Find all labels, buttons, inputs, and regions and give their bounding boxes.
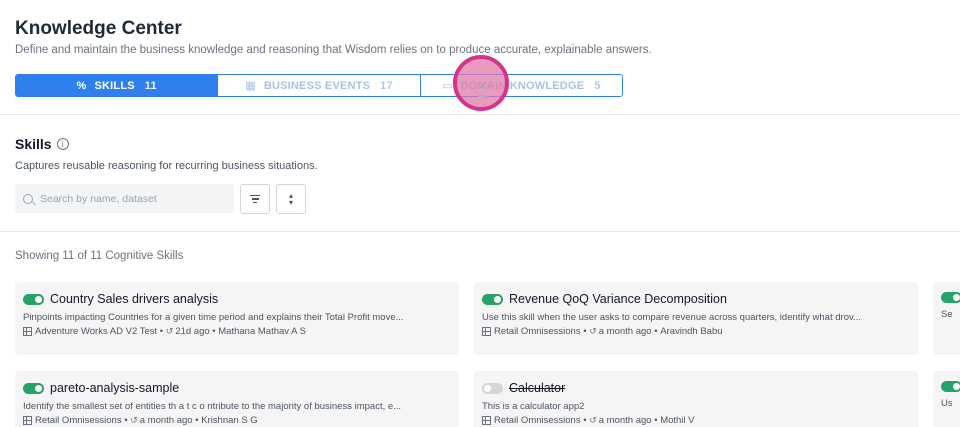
calendar-icon: ▦ [245,80,256,92]
skill-card[interactable]: Use [933,371,960,427]
skill-description: Segr [941,309,952,320]
skill-dataset: Retail Omnisessions [494,326,581,337]
skill-dataset: Retail Omnisessions [494,415,581,426]
tab-business-events[interactable]: ▦ BUSINESS EVENTS 17 [217,75,420,96]
info-icon[interactable]: i [56,138,69,150]
tab-label: SKILLS [94,79,135,92]
skill-description: Use this skill when the user asks to com… [482,312,861,323]
page-title: Knowledge Center [15,18,182,39]
skill-dataset: Retail Omnisessions [35,415,122,426]
skill-meta: Retail Omnisessions • ↺ a month ago • Mo… [482,415,910,426]
skill-time: a month ago [598,415,652,426]
tab-label: BUSINESS EVENTS [263,79,371,92]
skill-dataset: Adventure Works AD V2 Test [35,326,158,337]
sort-icon: ▴ ▾ [288,191,293,207]
skill-author: Aravindh Babu [660,326,723,337]
skill-title: Calculator [509,381,566,395]
enable-toggle[interactable] [482,382,503,394]
tab-skills[interactable]: % SKILLS 11 [16,75,218,96]
enable-toggle[interactable] [482,293,503,305]
skill-description: Pinpoints impacting Countries for a give… [23,312,404,323]
divider [0,114,960,115]
skill-description: Use [941,398,952,409]
skill-time: a month ago [598,326,652,337]
filter-button[interactable] [240,184,270,214]
hand-cursor-icon: ☝ [477,81,488,101]
skill-description: Identify the smallest set of entities th… [23,401,402,412]
section-title: Skills [15,136,52,152]
skill-time: a month ago [139,415,193,426]
dataset-icon [482,327,491,336]
enable-toggle[interactable] [941,381,960,392]
enable-toggle[interactable] [941,292,960,303]
dataset-icon [23,416,32,425]
page-subtitle: Define and maintain the business knowled… [15,44,652,56]
skills-icon: % [76,79,87,92]
results-count: Showing 11 of 11 Cognitive Skills [15,250,184,262]
tab-bar: % SKILLS 11 ▦ BUSINESS EVENTS 17 ▭ DOMAI… [15,74,623,97]
history-icon: ↺ [165,326,174,336]
skill-meta: Adventure Works AD V2 Test • ↺ 21d ago •… [23,326,451,337]
skill-author: Mathana Mathav A S [218,326,306,337]
skills-section-header: Skills i Captures reusable reasoning for… [15,136,318,172]
skill-title: Revenue QoQ Variance Decomposition [509,292,727,306]
search-input[interactable] [40,192,220,205]
section-description: Captures reusable reasoning for recurrin… [15,160,318,172]
skill-card[interactable]: Revenue QoQ Variance Decomposition Use t… [474,282,918,355]
tab-domain-knowledge[interactable]: ▭ DOMAIN KNOWLEDGE 5 [419,75,622,96]
skill-meta: Retail Omnisessions • ↺ a month ago • Ar… [482,326,910,337]
skill-author: Mothil V [660,415,695,426]
tab-count: 17 [380,79,393,92]
skill-card[interactable]: Country Sales drivers analysis Pinpoints… [15,282,459,355]
dataset-icon [23,327,32,336]
history-icon: ↺ [589,415,597,425]
skill-author: Krishnan S G [201,415,258,426]
skill-card[interactable]: pareto-analysis-sample Identify the smal… [15,371,459,427]
skill-card[interactable]: Calculator This is a calculator app2 Ret… [474,371,918,427]
sort-button[interactable]: ▴ ▾ [276,184,306,214]
history-icon: ↺ [130,415,138,425]
dataset-icon [482,416,491,425]
skill-time: 21d ago [175,326,210,337]
search-icon [23,193,33,204]
skill-title: pareto-analysis-sample [50,381,180,395]
divider [0,231,960,232]
book-icon: ▭ [442,80,453,92]
history-icon: ↺ [589,326,597,336]
skill-card[interactable]: Segr [933,282,960,355]
skill-meta: Retail Omnisessions • ↺ a month ago • Kr… [23,415,451,426]
filter-icon [250,195,260,203]
skill-description: This is a calculator app2 [482,401,585,412]
search-box [15,184,234,213]
enable-toggle[interactable] [23,293,44,305]
enable-toggle[interactable] [23,382,44,394]
skill-title: Country Sales drivers analysis [50,292,219,306]
page-header: Knowledge Center Define and maintain the… [15,18,652,56]
tab-count: 11 [144,79,157,92]
tab-count: 5 [594,79,601,92]
